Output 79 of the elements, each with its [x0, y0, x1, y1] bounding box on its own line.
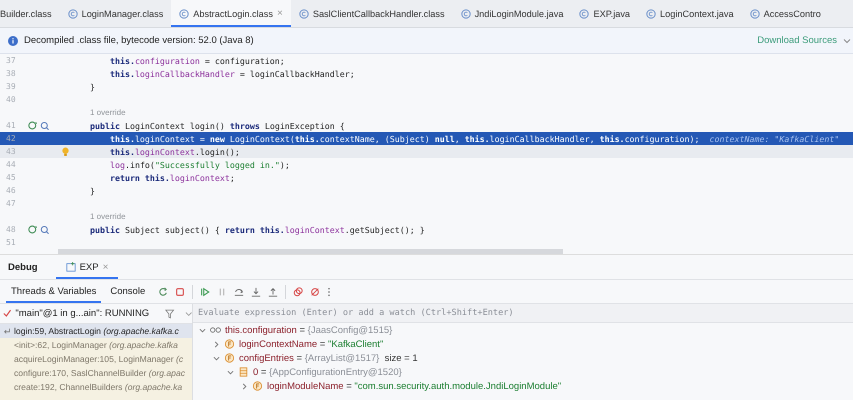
array-icon — [238, 367, 249, 377]
check-icon — [3, 309, 12, 318]
code-line: } — [88, 186, 95, 196]
info-message: Decompiled .class file, bytecode version: 52.0 (Java 8) — [24, 35, 254, 46]
variable-entry: 0 = {AppConfigurationEntry@1520} — [253, 366, 402, 378]
line-number: 44 — [5, 160, 17, 169]
code-line: this.loginContext = new LoginContext(this.contextName, (Subject) null, this.loginCallbackHandler, this.configuration); — [108, 134, 700, 144]
code-line: this.configuration = configuration; — [108, 56, 285, 66]
field-icon — [224, 339, 235, 349]
line-number: 46 — [5, 186, 17, 195]
stack-frame[interactable]: create:192, ChannelBuilders (org.apache.ka — [0, 380, 192, 394]
resume-icon[interactable] — [200, 286, 210, 296]
mute-breakpoints-icon[interactable] — [310, 286, 320, 296]
variable-entry: loginContextName = "KafkaClient" — [239, 338, 384, 350]
inline-value: contextName: "KafkaClient" — [710, 134, 840, 144]
line-number: 48 — [5, 225, 17, 234]
panel-tab[interactable]: Threads & Variables — [6, 280, 102, 303]
panel-tab[interactable]: Console — [105, 280, 150, 303]
code-line: this.loginCallbackHandler = loginCallbackHandler; — [108, 68, 355, 78]
code-line: log.info("Successfully logged in."); — [108, 160, 290, 170]
override-icon[interactable] — [28, 121, 52, 130]
variable-entry: configEntries = {ArrayList@1517} size = 1 — [239, 352, 418, 364]
class-icon — [460, 8, 471, 18]
line-number: 38 — [5, 69, 17, 78]
rerun-icon[interactable] — [158, 286, 168, 296]
session-tab[interactable]: EXP × — [56, 255, 118, 279]
step-over-icon[interactable] — [234, 286, 244, 296]
class-icon — [750, 8, 760, 18]
code-line: return this.loginContext; — [108, 172, 235, 182]
more-icon[interactable] — [327, 286, 332, 296]
variable-entry: loginModuleName = "com.sun.security.auth.module.JndiLoginModule" — [267, 380, 562, 392]
editor-tab[interactable]: JndiLoginModule.java — [452, 0, 572, 27]
field-icon — [224, 353, 235, 363]
class-icon — [179, 8, 190, 18]
run-config-icon — [66, 262, 76, 272]
code-line: this.loginContext.login(); — [108, 146, 240, 156]
editor-tab[interactable]: AbstractLogin.class × — [171, 0, 291, 27]
line-number: 47 — [5, 199, 17, 208]
chevron-icon[interactable] — [843, 36, 851, 44]
panel-title: Debug — [8, 262, 38, 272]
stack-frame[interactable]: login:59, AbstractLogin (org.apache.kafka.c — [0, 324, 192, 338]
watch-icon — [210, 325, 221, 335]
editor-tab[interactable]: LoginContext.java — [638, 0, 742, 27]
stop-icon[interactable] — [175, 286, 186, 296]
line-number: 37 — [5, 56, 17, 65]
class-icon — [68, 8, 78, 18]
class-icon — [298, 8, 309, 18]
override-icon[interactable] — [28, 225, 52, 234]
code-line: public LoginContext login() throws LoginException { — [88, 120, 345, 130]
editor-tab[interactable]: EXP.java — [571, 0, 638, 27]
variable-entry: this.configuration = {JaasConfig@1515} — [225, 324, 392, 336]
stack-frame[interactable]: <init>:62, LoginManager (org.apache.kafka — [0, 338, 192, 352]
line-number: 41 — [5, 121, 17, 130]
scrollbar-thumb[interactable] — [58, 249, 563, 254]
field-icon — [252, 381, 263, 391]
line-number: 45 — [5, 173, 17, 182]
code-line: public Subject subject() { return this.loginContext.getSubject(); } — [88, 224, 425, 234]
return-arrow-icon — [3, 327, 11, 335]
line-number: 40 — [5, 95, 17, 104]
line-number: 39 — [5, 82, 17, 91]
evaluate-field[interactable]: Evaluate expression (Enter) or add a watch (Ctrl+Shift+Enter) — [193, 304, 853, 323]
editor-tab[interactable]: AccessContro — [742, 0, 821, 27]
editor-tab[interactable]: Builder.class — [0, 0, 60, 27]
editor-tab[interactable]: LoginManager.class — [60, 0, 172, 27]
editor-tab[interactable]: SaslClientCallbackHandler.class — [290, 0, 453, 27]
step-into-icon[interactable] — [251, 286, 262, 296]
class-icon — [646, 8, 656, 18]
class-icon — [579, 8, 590, 18]
line-number: 43 — [5, 147, 17, 156]
chevron-icon[interactable] — [184, 310, 192, 318]
filter-icon[interactable] — [165, 308, 175, 318]
line-number: 51 — [5, 238, 17, 247]
info-icon — [8, 36, 18, 46]
step-out-icon[interactable] — [268, 286, 278, 296]
breakpoints-icon[interactable] — [293, 286, 304, 296]
code-line: } — [88, 82, 95, 92]
stack-frame[interactable]: acquireLoginManager:105, LoginManager (c — [0, 352, 192, 366]
stack-frame[interactable]: configure:170, SaslChannelBuilder (org.apac — [0, 366, 192, 380]
line-number: 42 — [5, 134, 17, 143]
